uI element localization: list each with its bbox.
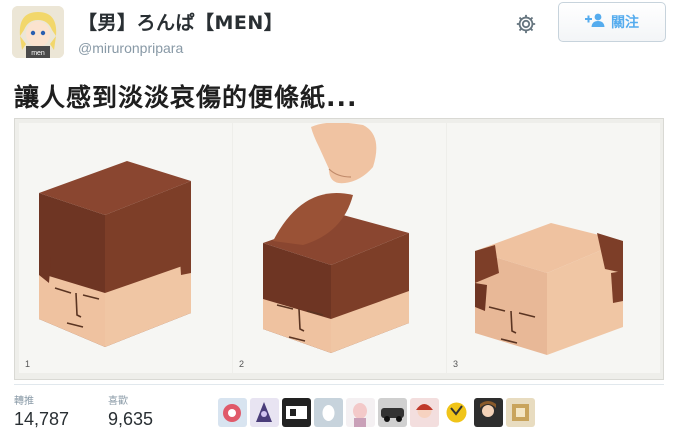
tweet-text: 讓人感到淡淡哀傷的便條紙... — [14, 83, 358, 112]
liker-avatar[interactable] — [218, 398, 247, 427]
liker-avatar[interactable] — [474, 398, 503, 427]
retweet-stat[interactable]: 轉推 14,787 — [14, 392, 69, 430]
liker-avatars — [218, 398, 535, 427]
liker-avatar[interactable] — [506, 398, 535, 427]
tweet-media[interactable]: 1 2 3 — [14, 118, 664, 380]
retweets-count: 14,787 — [14, 409, 70, 429]
liker-avatar[interactable] — [314, 398, 343, 427]
media-panel-3[interactable]: 3 — [447, 123, 660, 373]
avatar-label: men — [31, 50, 45, 57]
display-name[interactable]: 【男】ろんぱ【MEN】 — [78, 12, 283, 34]
liker-avatar[interactable] — [442, 398, 471, 427]
user-names: 【男】ろんぱ【MEN】 @miruronpripara — [78, 8, 283, 56]
add-user-icon — [585, 12, 605, 33]
liker-avatar[interactable] — [378, 398, 407, 427]
likes-stat[interactable]: 喜歡 9,635 — [108, 392, 153, 430]
gear-icon[interactable] — [511, 10, 541, 38]
media-panel-2[interactable]: 2 — [233, 123, 446, 373]
liker-avatar[interactable] — [410, 398, 439, 427]
likes-count: 9,635 — [108, 409, 154, 429]
follow-button[interactable]: 關注 — [558, 2, 666, 42]
media-panel-1[interactable]: 1 — [19, 123, 232, 373]
liker-avatar[interactable] — [250, 398, 279, 427]
user-avatar[interactable]: men — [12, 6, 64, 58]
likes-label: 喜歡 — [108, 396, 128, 407]
panel-number: 1 — [25, 359, 31, 369]
stats-divider — [14, 384, 664, 385]
panel-number: 3 — [453, 359, 459, 369]
follow-label: 關注 — [611, 15, 639, 31]
tweet-header: men 【男】ろんぱ【MEN】 @miruronpripara 關注 — [0, 0, 678, 70]
liker-avatar[interactable] — [346, 398, 375, 427]
retweets-label: 轉推 — [14, 396, 34, 407]
liker-avatar[interactable] — [282, 398, 311, 427]
panel-number: 2 — [239, 359, 245, 369]
username[interactable]: @miruronpripara — [78, 40, 183, 56]
